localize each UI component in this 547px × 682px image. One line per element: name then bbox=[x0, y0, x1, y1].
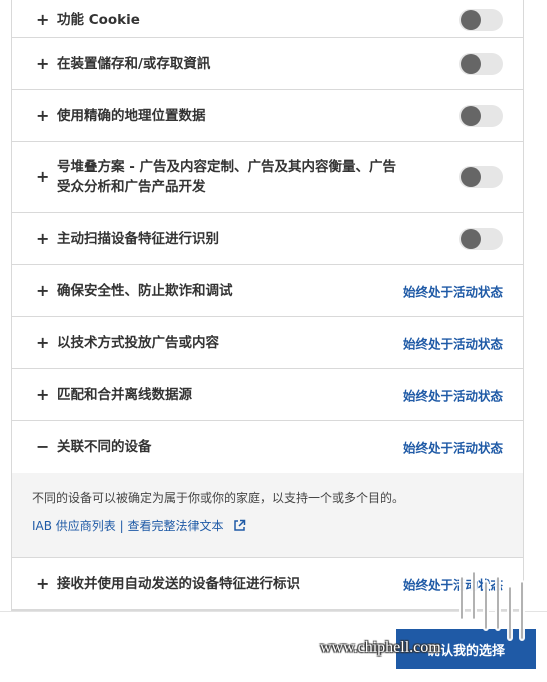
purpose-label: 号堆叠方案 - 广告及内容定制、广告及其内容衡量、广告受众分析和广告产品开发 bbox=[57, 159, 397, 195]
always-active-status: 始终处于活动状态 bbox=[402, 388, 503, 403]
consent-toggle[interactable] bbox=[459, 104, 503, 127]
toggle-knob bbox=[461, 10, 481, 30]
purpose-row-technical-delivery[interactable]: + 以技术方式投放广告或内容 始终处于活动状态 bbox=[12, 317, 523, 369]
purpose-row-precise-geolocation[interactable]: + 使用精确的地理位置数据 bbox=[12, 90, 523, 142]
purpose-label: 关联不同的设备 bbox=[57, 439, 152, 455]
detail-links: IAB 供应商列表 | 查看完整法律文本 bbox=[32, 517, 503, 537]
external-link-icon[interactable] bbox=[233, 519, 246, 537]
always-active-status: 始终处于活动状态 bbox=[402, 336, 503, 351]
purpose-row-security[interactable]: + 确保安全性、防止欺诈和调试 始终处于活动状态 bbox=[12, 265, 523, 317]
purpose-label: 主动扫描设备特征进行识别 bbox=[57, 230, 219, 247]
purpose-label: 使用精确的地理位置数据 bbox=[57, 107, 206, 124]
always-active-status: 始终处于活动状态 bbox=[402, 440, 503, 456]
toggle-knob bbox=[461, 167, 481, 187]
consent-toggle[interactable] bbox=[459, 52, 503, 75]
footer-divider bbox=[0, 611, 547, 612]
legal-text-link[interactable]: 查看完整法律文本 bbox=[128, 519, 224, 533]
purpose-label: 接收并使用自动发送的设备特征进行标识 bbox=[57, 575, 300, 592]
expand-icon[interactable]: + bbox=[36, 575, 49, 592]
confirm-choices-button[interactable]: 确认我的选择 bbox=[396, 629, 536, 669]
detail-description: 不同的设备可以被确定为属于你或你的家庭，以支持一个或多个目的。 bbox=[32, 491, 405, 505]
expand-icon[interactable]: + bbox=[36, 282, 49, 299]
purpose-row-device-storage[interactable]: + 在装置儲存和/或存取資訊 bbox=[12, 38, 523, 90]
purpose-row-device-scan[interactable]: + 主动扫描设备特征进行识别 bbox=[12, 213, 523, 265]
purpose-detail: 不同的设备可以被确定为属于你或你的家庭，以支持一个或多个目的。 IAB 供应商列… bbox=[12, 473, 523, 558]
consent-toggle[interactable] bbox=[459, 9, 503, 31]
always-active-status: 始终处于活动状态 bbox=[402, 284, 503, 299]
purpose-row-stack[interactable]: + 号堆叠方案 - 广告及内容定制、广告及其内容衡量、广告受众分析和广告产品开发 bbox=[12, 142, 523, 213]
collapse-icon[interactable]: − bbox=[36, 439, 49, 455]
expand-icon[interactable]: + bbox=[36, 169, 49, 185]
toggle-knob bbox=[461, 228, 481, 249]
purpose-label: 确保安全性、防止欺诈和调试 bbox=[57, 282, 233, 299]
consent-toggle[interactable] bbox=[459, 166, 503, 188]
expand-icon[interactable]: + bbox=[36, 334, 49, 351]
purpose-row-link-devices[interactable]: − 关联不同的设备 始终处于活动状态 bbox=[12, 421, 523, 473]
always-active-status: 始终处于活动状态 bbox=[402, 577, 503, 592]
consent-toggle[interactable] bbox=[459, 227, 503, 250]
expand-icon[interactable]: + bbox=[36, 386, 49, 403]
vendor-list-link[interactable]: IAB 供应商列表 bbox=[32, 519, 116, 533]
purpose-label: 以技术方式投放广告或内容 bbox=[57, 334, 219, 351]
expand-icon[interactable]: + bbox=[36, 107, 49, 124]
expand-icon[interactable]: + bbox=[36, 230, 49, 247]
link-separator: | bbox=[119, 519, 124, 533]
expand-icon[interactable]: + bbox=[36, 12, 49, 28]
purpose-label: 功能 Cookie bbox=[57, 12, 140, 28]
expand-icon[interactable]: + bbox=[36, 55, 49, 72]
purpose-row-auto-device-characteristics[interactable]: + 接收并使用自动发送的设备特征进行标识 始终处于活动状态 bbox=[12, 558, 523, 610]
purpose-label: 在装置儲存和/或存取資訊 bbox=[57, 55, 211, 72]
toggle-knob bbox=[461, 53, 481, 74]
purpose-row-functional-cookie[interactable]: + 功能 Cookie bbox=[12, 0, 523, 38]
purpose-row-offline-data[interactable]: + 匹配和合并离线数据源 始终处于活动状态 bbox=[12, 369, 523, 421]
toggle-knob bbox=[461, 105, 481, 126]
purpose-label: 匹配和合并离线数据源 bbox=[57, 386, 192, 403]
purposes-panel: + 功能 Cookie + 在装置儲存和/或存取資訊 + 使用精确的地理位置数据… bbox=[11, 0, 524, 611]
